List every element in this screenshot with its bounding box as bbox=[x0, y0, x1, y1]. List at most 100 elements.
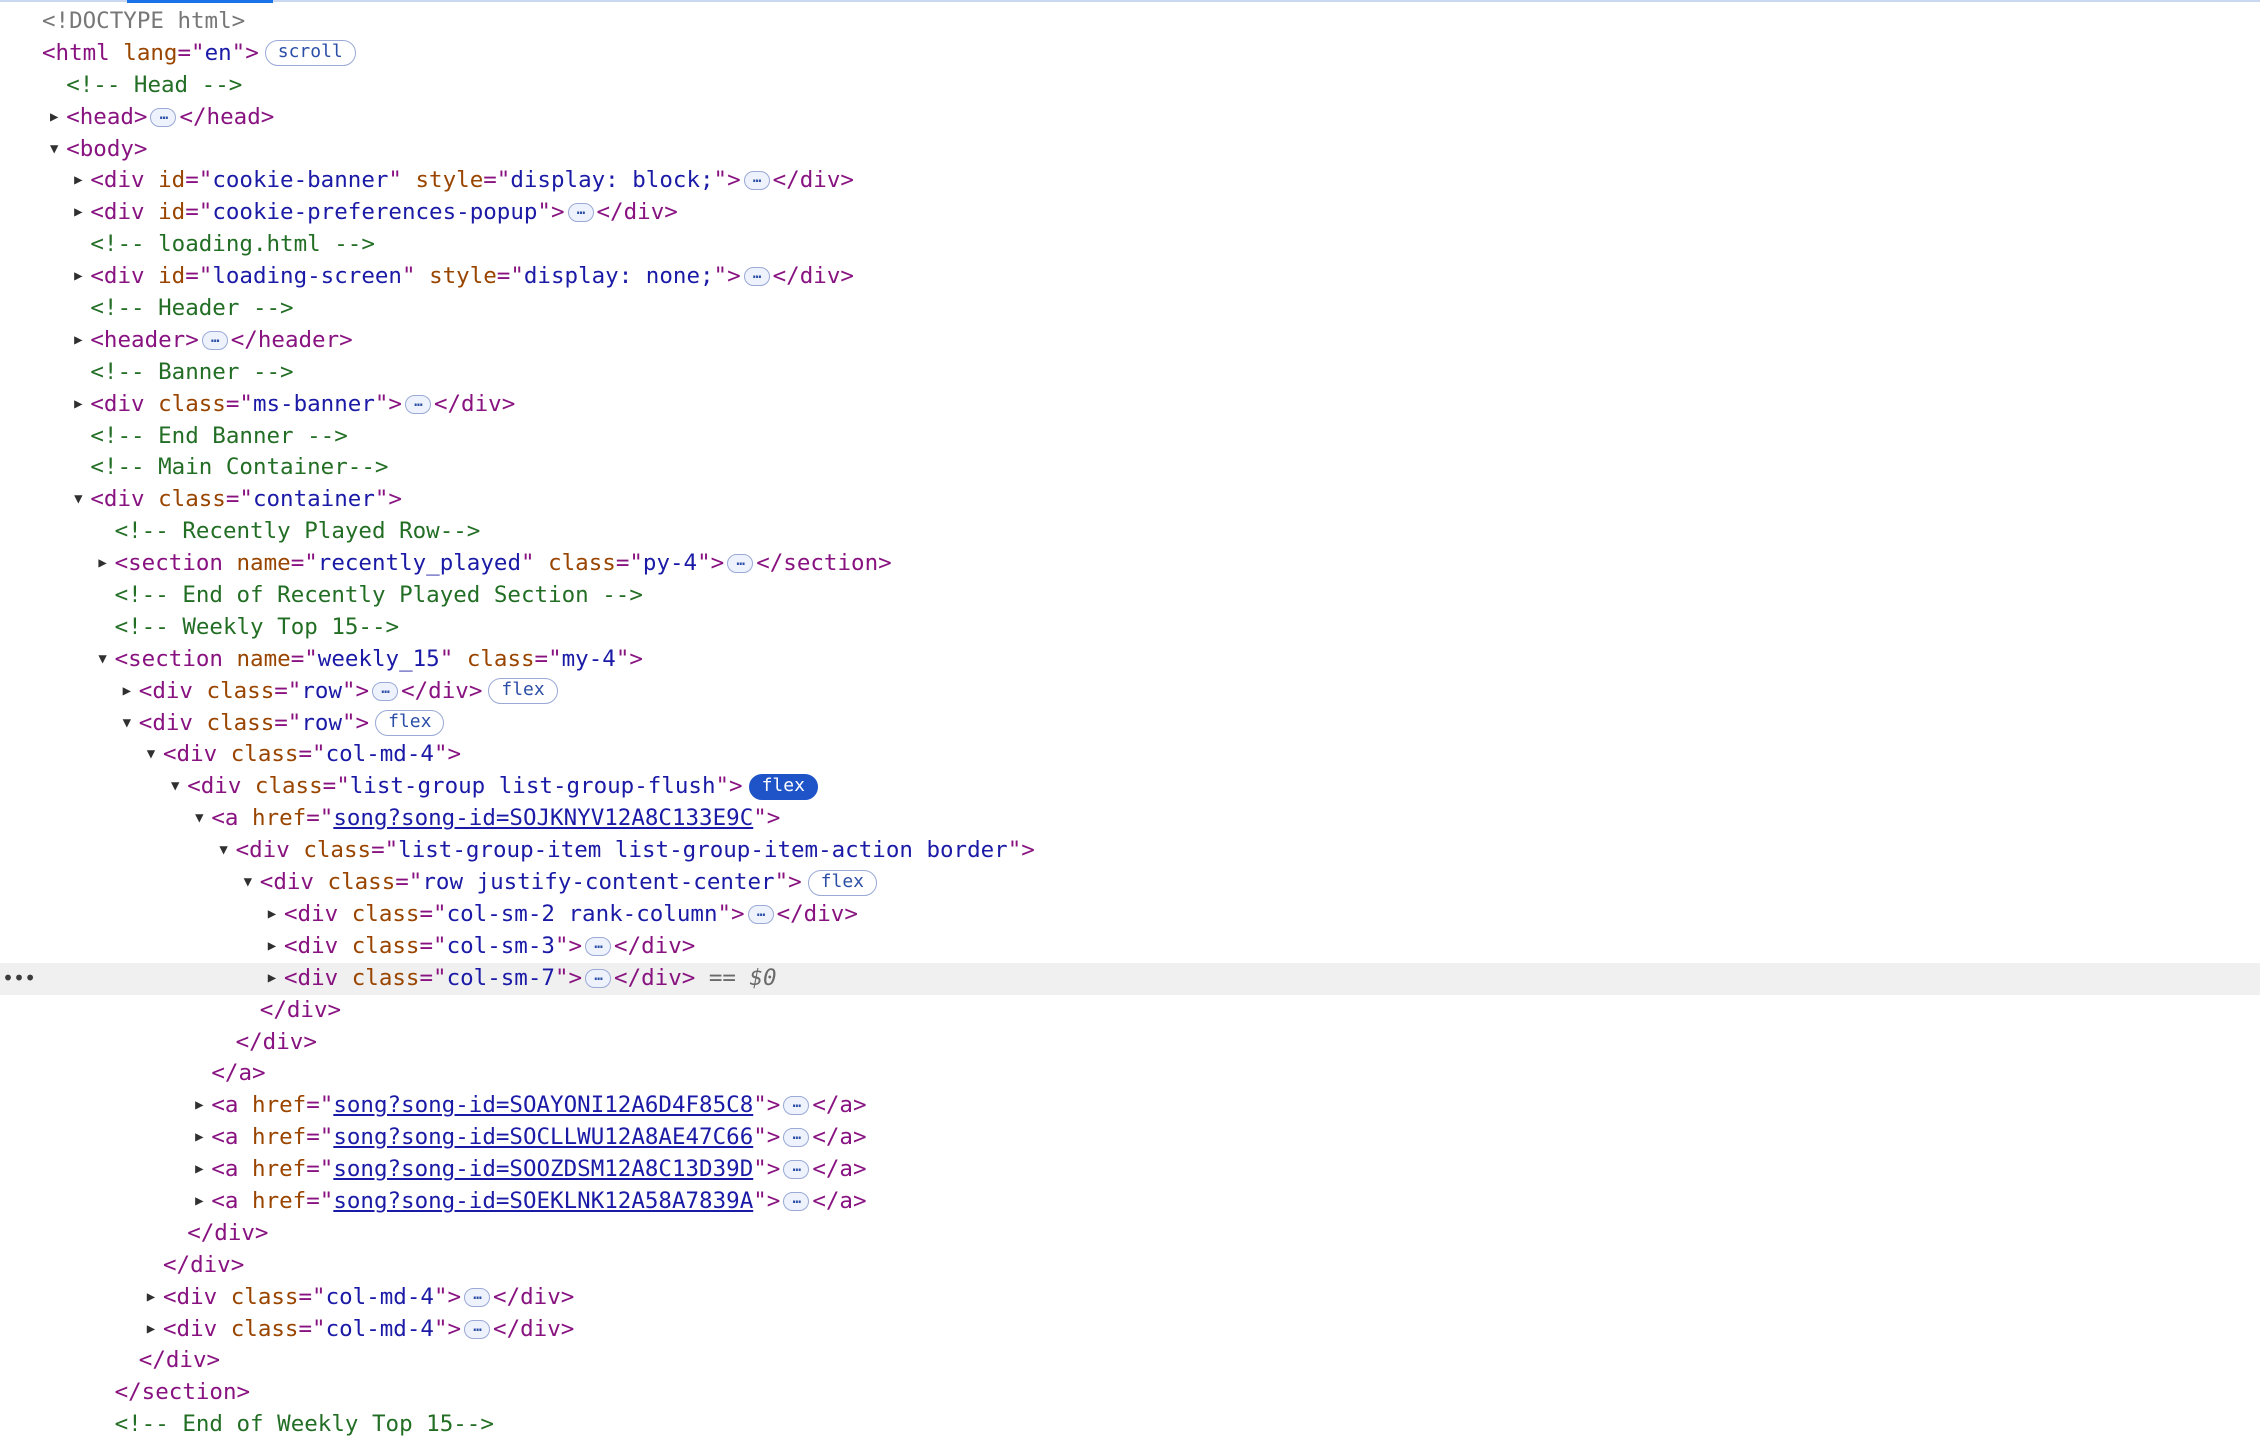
expand-triangle-open-icon[interactable]: ▼ bbox=[139, 739, 163, 771]
attribute-value[interactable]: py-4 bbox=[643, 550, 697, 576]
dom-node-row[interactable]: ▶ <div id="loading-screen" style="display… bbox=[0, 261, 2260, 293]
layout-badge[interactable]: flex bbox=[488, 678, 558, 705]
dom-node-row[interactable]: ▶ <section name="recently_played" class="… bbox=[0, 548, 2260, 580]
expand-triangle-closed-icon[interactable]: ▶ bbox=[66, 325, 90, 357]
dom-node-row[interactable]: ▶ <a href="song?song-id=SOAYONI12A6D4F85C… bbox=[0, 1090, 2260, 1122]
expand-triangle-open-icon[interactable]: ▼ bbox=[115, 708, 139, 740]
expand-triangle-closed-icon[interactable]: ▶ bbox=[115, 676, 139, 708]
expand-triangle-closed-icon[interactable]: ▶ bbox=[66, 197, 90, 229]
attribute-value[interactable]: cookie-banner bbox=[212, 167, 388, 193]
attribute-name[interactable]: class bbox=[352, 901, 420, 927]
attribute-value[interactable]: en bbox=[205, 40, 232, 66]
dom-node-row[interactable]: ▶ <div id="cookie-banner" style="display:… bbox=[0, 165, 2260, 197]
dom-node-row[interactable]: ▶ <a href="song?song-id=SOEKLNK12A58A7839… bbox=[0, 1186, 2260, 1218]
dom-node-row[interactable]: <!-- Head --> bbox=[0, 70, 2260, 102]
expand-triangle-closed-icon[interactable]: ▶ bbox=[260, 899, 284, 931]
dom-node-row[interactable]: ▶ <div class="col-sm-2 rank-column">… </di… bbox=[0, 899, 2260, 931]
dom-node-row[interactable]: ▶ <head>… </head> bbox=[0, 102, 2260, 134]
attribute-name[interactable]: href bbox=[252, 1188, 306, 1214]
collapsed-children-ellipsis-icon[interactable]: … bbox=[372, 681, 399, 701]
attribute-value[interactable]: container bbox=[253, 486, 375, 512]
dom-node-row[interactable]: ▼ <div class="row justify-content-center"… bbox=[0, 867, 2260, 899]
dom-node-row[interactable]: <!-- Banner --> bbox=[0, 357, 2260, 389]
dom-node-row[interactable]: </div> bbox=[0, 1218, 2260, 1250]
collapsed-children-ellipsis-icon[interactable]: … bbox=[585, 968, 612, 988]
dom-node-row[interactable]: ▼ <div class="list-group list-group-flush… bbox=[0, 771, 2260, 803]
attribute-name[interactable]: lang bbox=[123, 40, 177, 66]
attribute-link[interactable]: song?song-id=SOEKLNK12A58A7839A bbox=[333, 1188, 753, 1214]
collapsed-children-ellipsis-icon[interactable]: … bbox=[585, 936, 612, 956]
dom-node-row[interactable]: ▼ <section name="weekly_15" class="my-4"> bbox=[0, 644, 2260, 676]
attribute-name[interactable]: href bbox=[252, 1092, 306, 1118]
collapsed-children-ellipsis-icon[interactable]: … bbox=[747, 904, 774, 924]
dom-node-row[interactable]: ▶ <div class="row">… </div> flex bbox=[0, 676, 2260, 708]
collapsed-children-ellipsis-icon[interactable]: … bbox=[201, 330, 228, 350]
collapsed-children-ellipsis-icon[interactable]: … bbox=[567, 203, 594, 223]
attribute-value[interactable]: cookie-preferences-popup bbox=[212, 199, 537, 225]
dom-node-row[interactable]: ▶ <header>… </header> bbox=[0, 325, 2260, 357]
attribute-name[interactable]: style bbox=[429, 263, 497, 289]
expand-triangle-closed-icon[interactable]: ▶ bbox=[187, 1186, 211, 1218]
dom-node-row[interactable]: ▶ <div class="col-md-4">… </div> bbox=[0, 1314, 2260, 1346]
attribute-value[interactable]: col-sm-2 rank-column bbox=[447, 901, 718, 927]
attribute-value[interactable]: ms-banner bbox=[253, 391, 375, 417]
collapsed-children-ellipsis-icon[interactable]: … bbox=[464, 1319, 491, 1339]
layout-badge[interactable]: flex bbox=[807, 869, 878, 896]
attribute-value[interactable]: row justify-content-center bbox=[422, 869, 774, 895]
expand-triangle-open-icon[interactable]: ▼ bbox=[163, 771, 187, 803]
layout-badge[interactable]: scroll bbox=[264, 40, 356, 67]
attribute-name[interactable]: href bbox=[252, 805, 306, 831]
layout-badge-active[interactable]: flex bbox=[748, 773, 818, 800]
collapsed-children-ellipsis-icon[interactable]: … bbox=[783, 1128, 810, 1148]
attribute-value[interactable]: row bbox=[301, 678, 342, 704]
attribute-value[interactable]: loading-screen bbox=[212, 263, 402, 289]
dom-node-row[interactable]: ▼ <div class="list-group-item list-group-… bbox=[0, 835, 2260, 867]
collapsed-children-ellipsis-icon[interactable]: … bbox=[404, 394, 431, 414]
collapsed-children-ellipsis-icon[interactable]: … bbox=[464, 1287, 491, 1307]
attribute-name[interactable]: class bbox=[303, 837, 371, 863]
dom-node-row[interactable]: ▶ <div class="col-sm-3">… </div> bbox=[0, 931, 2260, 963]
attribute-name[interactable]: class bbox=[548, 550, 616, 576]
attribute-name[interactable]: class bbox=[255, 773, 323, 799]
attribute-value[interactable]: list-group list-group-flush bbox=[350, 773, 716, 799]
attribute-name[interactable]: class bbox=[328, 869, 396, 895]
layout-badge[interactable]: flex bbox=[375, 710, 445, 737]
dom-node-row[interactable]: ▼ <a href="song?song-id=SOJKNYV12A8C133E9… bbox=[0, 803, 2260, 835]
attribute-name[interactable]: style bbox=[416, 167, 484, 193]
collapsed-children-ellipsis-icon[interactable]: … bbox=[783, 1160, 810, 1180]
expand-triangle-closed-icon[interactable]: ▶ bbox=[187, 1122, 211, 1154]
collapsed-children-ellipsis-icon[interactable]: … bbox=[150, 107, 177, 127]
attribute-name[interactable]: id bbox=[158, 167, 185, 193]
dom-node-row[interactable]: </div> bbox=[0, 1250, 2260, 1282]
attribute-name[interactable]: id bbox=[158, 199, 185, 225]
attribute-value[interactable]: my-4 bbox=[562, 646, 616, 672]
expand-triangle-closed-icon[interactable]: ▶ bbox=[139, 1282, 163, 1314]
attribute-name[interactable]: class bbox=[231, 1316, 299, 1342]
attribute-name[interactable]: href bbox=[252, 1156, 306, 1182]
dom-node-row[interactable]: ▶ <div class="col-md-4">… </div> bbox=[0, 1282, 2260, 1314]
dom-node-row[interactable]: ▼ <body> bbox=[0, 134, 2260, 166]
attribute-value[interactable]: col-md-4 bbox=[326, 741, 434, 767]
attribute-value[interactable]: col-sm-3 bbox=[447, 933, 555, 959]
dom-node-row[interactable]: <html lang="en"> scroll bbox=[0, 38, 2260, 70]
dom-node-row[interactable]: </section> bbox=[0, 1377, 2260, 1409]
attribute-name[interactable]: class bbox=[231, 1284, 299, 1310]
dom-node-row[interactable]: ▼ <div class="row"> flex bbox=[0, 708, 2260, 740]
dom-node-row[interactable]: ▶ <a href="song?song-id=SOOZDSM12A8C13D39… bbox=[0, 1154, 2260, 1186]
row-more-icon[interactable]: ••• bbox=[2, 963, 36, 995]
attribute-name[interactable]: class bbox=[158, 391, 226, 417]
attribute-link[interactable]: song?song-id=SOJKNYV12A8C133E9C bbox=[333, 805, 753, 831]
attribute-value[interactable]: display: none; bbox=[524, 263, 714, 289]
dom-node-row[interactable]: <!-- Recently Played Row--> bbox=[0, 516, 2260, 548]
dom-node-row[interactable]: <!-- Header --> bbox=[0, 293, 2260, 325]
attribute-value[interactable]: col-sm-7 bbox=[447, 965, 555, 991]
attribute-name[interactable]: class bbox=[158, 486, 226, 512]
attribute-value[interactable]: recently_played bbox=[318, 550, 521, 576]
expand-triangle-open-icon[interactable]: ▼ bbox=[187, 803, 211, 835]
attribute-value[interactable]: col-md-4 bbox=[326, 1316, 434, 1342]
dom-node-row[interactable]: ▼ <div class="col-md-4"> bbox=[0, 739, 2260, 771]
attribute-name[interactable]: class bbox=[207, 678, 275, 704]
dom-node-row[interactable]: <!-- Weekly Top 15--> bbox=[0, 612, 2260, 644]
expand-triangle-open-icon[interactable]: ▼ bbox=[212, 835, 236, 867]
expand-triangle-closed-icon[interactable]: ▶ bbox=[187, 1154, 211, 1186]
